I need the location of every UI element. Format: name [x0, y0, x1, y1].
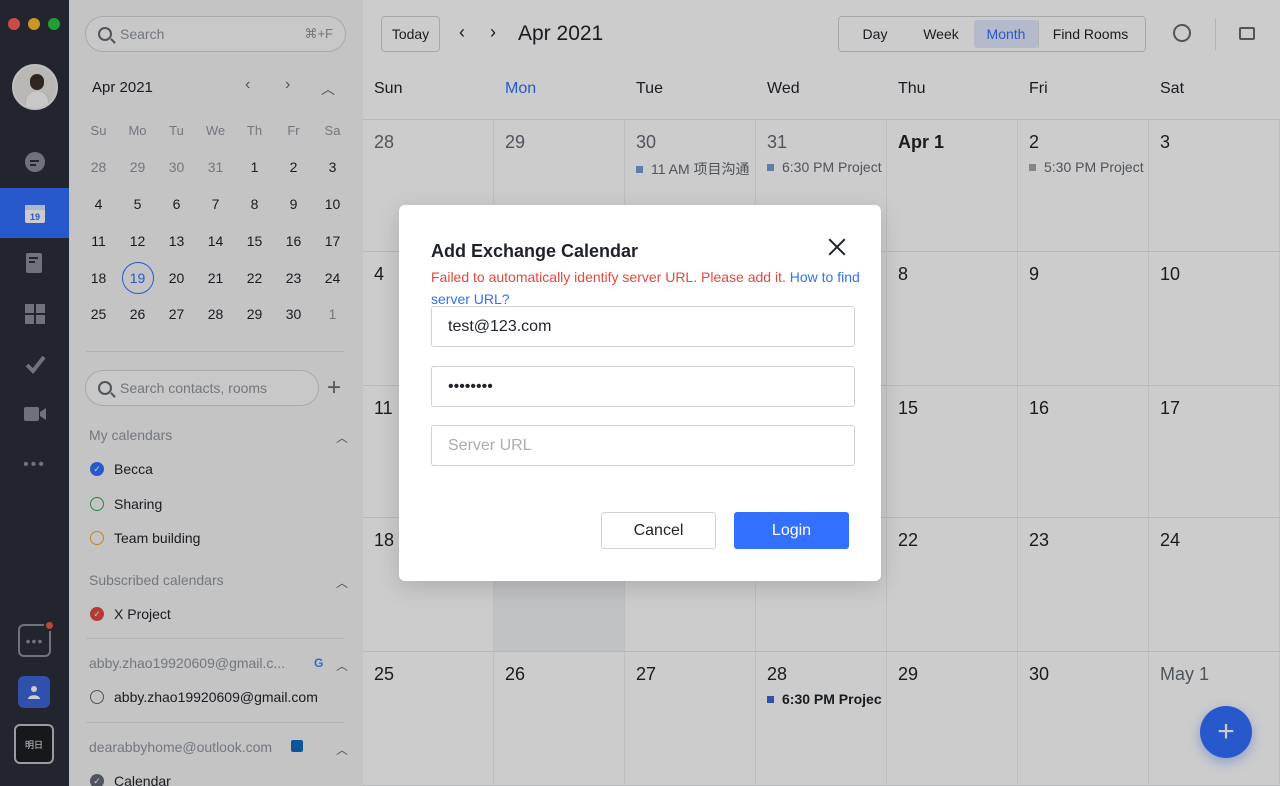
server-url-field[interactable] [431, 425, 855, 466]
error-text: Failed to automatically identify server … [431, 269, 786, 285]
login-button[interactable]: Login [734, 512, 849, 549]
add-exchange-dialog: Add Exchange Calendar Failed to automati… [399, 205, 881, 581]
dialog-title: Add Exchange Calendar [431, 241, 639, 261]
email-field[interactable] [431, 306, 855, 347]
cancel-button[interactable]: Cancel [601, 512, 716, 549]
password-field[interactable] [431, 366, 855, 407]
error-message: Failed to automatically identify server … [431, 266, 881, 310]
close-icon[interactable] [825, 235, 849, 259]
